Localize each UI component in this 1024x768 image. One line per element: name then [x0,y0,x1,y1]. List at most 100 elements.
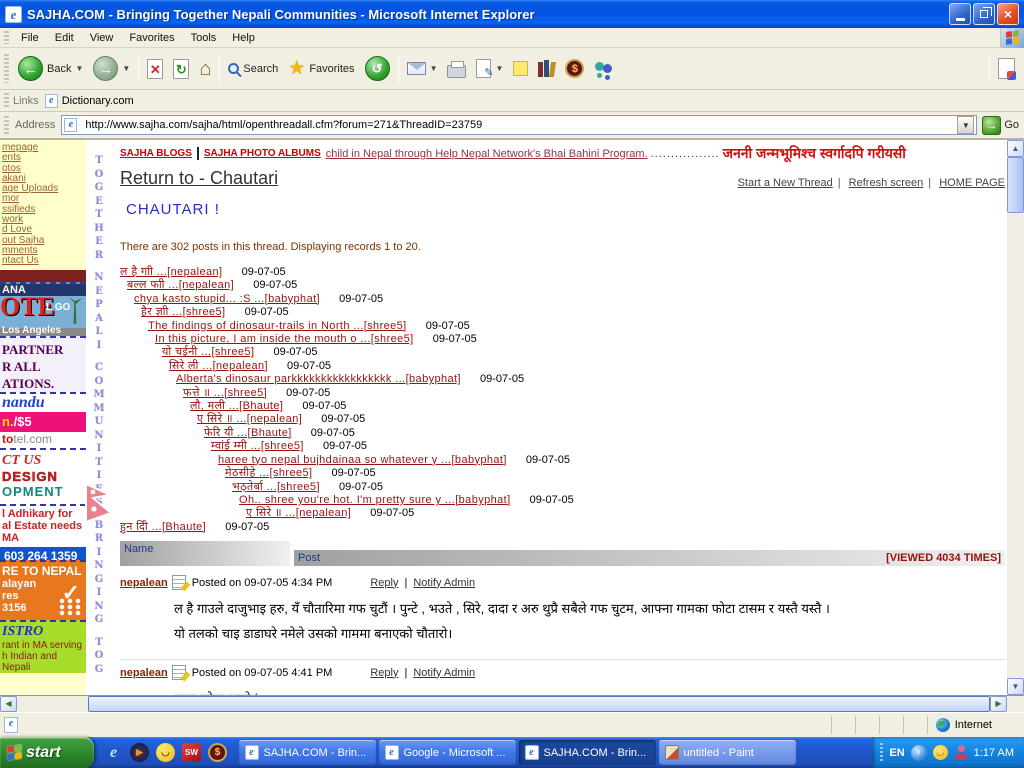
forward-button[interactable]: → ▼ [88,51,135,87]
thread-link[interactable]: मेठसीहे ...[shree5] [225,467,312,479]
post-author-link[interactable]: nepalean [120,667,168,679]
menu-item[interactable]: Favorites [121,30,182,46]
back-dropdown-icon[interactable]: ▼ [75,64,83,73]
taskbar-task-button[interactable]: e SAJHA.COM - Brin... [519,740,656,765]
taskbar-task-button[interactable]: e untitled - Paint [659,740,796,765]
scroll-down-button[interactable]: ▼ [1007,678,1024,695]
thread-link[interactable]: लौ, मली ...[Bhaute] [190,400,283,412]
discuss-button[interactable] [508,51,533,87]
taskbar-task-button[interactable]: e SAJHA.COM - Brin... [239,740,376,765]
home-button[interactable]: ⌂ [194,51,216,87]
thread-link[interactable]: The findings of dinosaur-trails in North… [148,320,407,332]
favorites-button[interactable]: ★ Favorites [283,51,359,87]
edit-dropdown-icon[interactable]: ▼ [495,64,503,73]
hide-icons-chevron[interactable]: ‹ [911,745,927,761]
ad-web-design[interactable]: CT US DESIGN OPMENT [0,448,86,504]
tray-smiley-icon[interactable]: ◡ [933,745,948,760]
toolbar-grip[interactable] [4,93,9,108]
page-edit-button[interactable] [993,51,1020,87]
menu-item[interactable]: View [82,30,122,46]
restore-button[interactable] [973,3,995,25]
tray-messenger-icon[interactable] [954,745,968,760]
post-note-icon[interactable] [172,665,186,680]
mail-button[interactable]: ▼ [402,51,443,87]
reply-link[interactable]: Reply [370,667,398,679]
menu-item[interactable]: File [13,30,47,46]
thread-link[interactable]: म्वांई म्मी ...[shree5] [211,440,304,452]
thread-link[interactable]: In this picture, I am inside the mouth o… [155,333,414,345]
thread-link[interactable]: फेरि यी ...[Bhaute] [204,427,292,439]
go-label[interactable]: Go [1004,119,1019,131]
back-button[interactable]: ← Back ▼ [13,51,88,87]
thread-link[interactable]: बल्ल फाी ...[nepalean] [127,279,234,291]
scroll-left-button[interactable]: ◀ [0,696,17,712]
quick-launch-sw-cube-icon[interactable]: SW [182,743,201,762]
return-to-chautari-link[interactable]: Return to - Chautari [120,168,278,189]
thread-link[interactable]: यो चईनी ...[shree5] [162,346,254,358]
minimize-button[interactable] [949,3,971,25]
thread-link[interactable]: Oh.. shree you're hot. I'm pretty sure y… [239,494,511,506]
forward-dropdown-icon[interactable]: ▼ [122,64,130,73]
vertical-scrollbar[interactable]: ▲ ▼ [1007,140,1024,695]
ad-los-angeles-hotel[interactable]: ANA OTE L GO Los Angeles [0,282,86,336]
scroll-right-button[interactable]: ▶ [990,696,1007,712]
sajha-photo-albums-link[interactable]: SAJHA PHOTO ALBUMS [204,148,321,159]
thread-link[interactable]: chya kasto stupid... :S ...[babyphat] [134,293,320,305]
language-indicator[interactable]: EN [889,747,904,759]
go-button[interactable]: → [982,116,1001,135]
thread-link[interactable]: Alberta's dinosaur parkkkkkkkkkkkkkkkkk … [176,373,461,385]
thread-action-link[interactable]: Start a New Thread [738,177,846,189]
notify-admin-link[interactable]: Notify Admin [413,577,475,589]
stop-button[interactable]: ✕ [142,51,168,87]
post-author-link[interactable]: nepalean [120,577,168,589]
post-note-icon[interactable] [172,575,186,590]
thread-action-link[interactable]: Refresh screen [849,177,936,189]
ad-bistro[interactable]: ISTRO rant in MA serving h Indian and Ne… [0,620,86,673]
horizontal-scroll-thumb[interactable] [88,696,990,712]
vertical-scroll-thumb[interactable] [1007,157,1024,213]
thread-action-link[interactable]: HOME PAGE [939,177,1005,189]
poker-button[interactable]: $ [560,51,589,87]
menu-item[interactable]: Edit [47,30,82,46]
toolbar-grip[interactable] [4,54,9,83]
thread-link[interactable]: ए सिरे ॥ ...[nepalean] [197,413,302,425]
quick-launch-smiley-icon[interactable]: ◡ [156,743,175,762]
toolbar-grip[interactable] [4,116,9,134]
thread-link[interactable]: सिरे ली ...[nepalean] [169,360,268,372]
links-bar-item[interactable]: Dictionary.com [62,95,134,107]
thread-link[interactable]: फत्ते ॥ ...[shree5] [183,387,267,399]
toolbar-grip[interactable] [4,31,9,44]
ad-fare-to-nepal[interactable]: RE TO NEPAL alayan res 3156 ✓ [0,560,86,620]
taskbar-task-button[interactable]: e Google - Microsoft ... [379,740,516,765]
thread-link[interactable]: भठ्तेर्बा ...[shree5] [232,481,320,493]
refresh-button[interactable]: ↻ [168,51,194,87]
thread-link[interactable]: ल है गाी ...[nepalean] [120,266,223,278]
bhai-bahini-program-link[interactable]: child in Nepal through Help Nepal Networ… [326,148,648,160]
start-button[interactable]: start [0,737,94,768]
menu-item[interactable]: Help [224,30,263,46]
notify-admin-link[interactable]: Notify Admin [413,667,475,679]
thread-link[interactable]: हैर ज्ञाी ...[shree5] [141,306,226,318]
close-button[interactable]: × [997,3,1019,25]
ad-real-estate[interactable]: l Adhikary for al Estate needs MA 603 26… [0,504,86,560]
thread-link[interactable]: haree tyo nepal bujhdainaa so whatever y… [218,454,507,466]
ad-kathmandu-hotel[interactable]: nandu n./$5 totel.com [0,392,86,448]
mail-dropdown-icon[interactable]: ▼ [430,64,438,73]
research-button[interactable] [533,51,560,87]
clock[interactable]: 1:17 AM [974,747,1014,759]
address-input[interactable]: e http://www.sajha.com/sajha/html/openth… [61,115,977,135]
history-button[interactable]: ↺ [360,51,395,87]
thread-link[interactable]: ए सिरे ॥ ...[nepalean] [246,507,351,519]
ad-partner[interactable]: PARTNER R ALL ATIONS. [0,336,86,392]
quick-launch-media-player-icon[interactable]: ▶ [130,743,149,762]
horizontal-scrollbar[interactable]: ◀ ▶ [0,695,1024,712]
sidebar-link[interactable]: ntact Us [2,256,86,266]
thread-link[interactable]: हुन दिी ...[Bhaute] [120,521,206,533]
quick-launch-ie-icon[interactable]: e [104,743,123,762]
search-button[interactable]: Search [223,51,283,87]
address-dropdown-button[interactable]: ▼ [957,116,974,134]
edit-button[interactable]: ▼ [471,51,508,87]
quick-launch-poker-chip-icon[interactable]: $ [208,743,227,762]
reply-link[interactable]: Reply [370,577,398,589]
sajha-blogs-link[interactable]: SAJHA BLOGS [120,148,192,159]
